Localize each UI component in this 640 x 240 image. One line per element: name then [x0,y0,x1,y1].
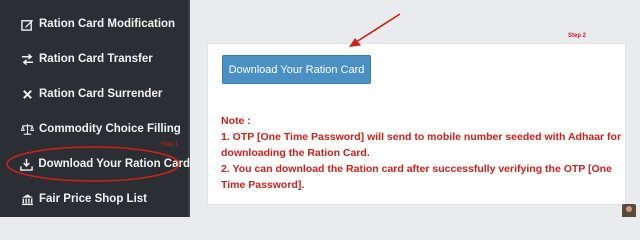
download-icon [20,157,33,171]
sidebar-item-fair-price-shop-list[interactable]: Fair Price Shop List [0,182,190,216]
step2-annotation: Step 2 [568,33,587,39]
note-section: Note : 1. OTP [One Time Password] will s… [221,113,631,193]
sidebar-item-commodity-choice-filling[interactable]: Commodity Choice Filling [0,112,190,146]
sidebar-item-ration-card-modification[interactable]: Ration Card Modification [0,7,190,41]
step1-annotation: Step 1 [161,142,179,148]
sidebar-item-label: Fair Price Shop List [39,193,147,205]
avatar [622,204,636,217]
note-line-1: 1. OTP [One Time Password] will send to … [221,131,622,159]
sidebar-item-label: Ration Card Modification [39,18,176,30]
sidebar: Ration Card Modification Ration Card Tra… [0,0,190,217]
note-title: Note : [221,115,251,127]
sidebar-item-label: Download Your Ration Card [38,158,190,170]
edit-icon [20,17,34,31]
sidebar-item-download-your-ration-card[interactable]: Download Your Ration Card [0,147,190,181]
transfer-arrows-icon [20,52,34,66]
sidebar-item-ration-card-surrender[interactable]: Ration Card Surrender [0,77,190,111]
balance-scale-icon [20,122,34,136]
sidebar-item-label: Ration Card Surrender [39,88,163,100]
sidebar-item-label: Commodity Choice Filling [39,123,181,135]
bank-building-icon [20,192,34,206]
note-line-2: 2. You can download the Ration card afte… [221,163,612,191]
sidebar-item-label: Ration Card Transfer [39,53,153,65]
sidebar-item-ration-card-transfer[interactable]: Ration Card Transfer [0,42,190,76]
close-icon [20,87,34,101]
download-ration-card-button[interactable]: Download Your Ration Card [222,55,371,84]
